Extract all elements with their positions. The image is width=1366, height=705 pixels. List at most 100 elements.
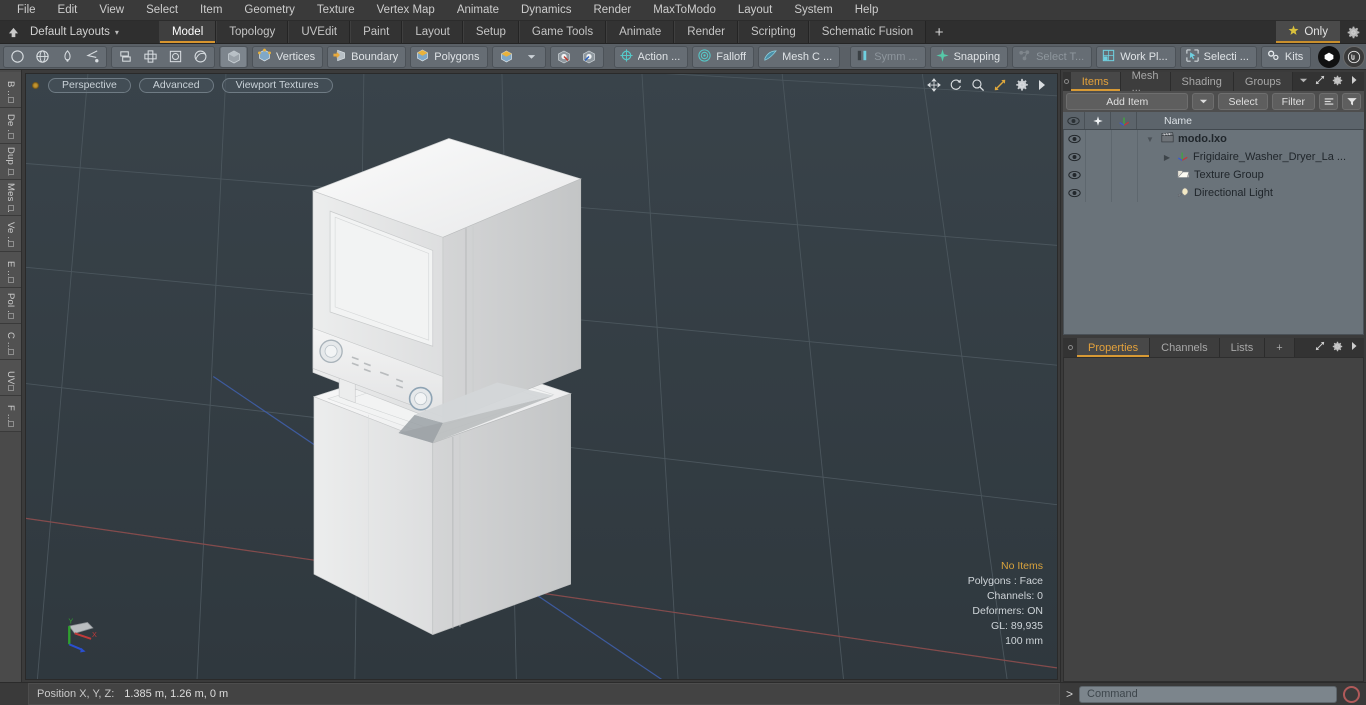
- row-lock-cell[interactable]: [1086, 130, 1112, 148]
- falloff-button[interactable]: Falloff: [692, 45, 755, 68]
- panel-arrow-icon[interactable]: [1350, 341, 1358, 354]
- tab-scripting[interactable]: Scripting: [737, 21, 809, 43]
- sphere-icon[interactable]: [30, 47, 55, 67]
- symmetry-button[interactable]: Symm ...: [850, 45, 926, 68]
- expander-icon[interactable]: ▶: [1161, 153, 1173, 162]
- record-icon[interactable]: [1343, 685, 1360, 703]
- left-tab-deform[interactable]: De ...: [0, 108, 21, 144]
- expand-icon[interactable]: [1315, 75, 1325, 88]
- expand-icon[interactable]: [1315, 341, 1325, 354]
- zoom-icon[interactable]: [971, 78, 985, 92]
- menu-item-vertex-map[interactable]: Vertex Map: [366, 0, 446, 21]
- snapping-button[interactable]: Snapping: [929, 45, 1009, 68]
- left-tab-mesh-edit[interactable]: Mes ...: [0, 180, 21, 216]
- row-eye-icon[interactable]: [1064, 166, 1086, 184]
- viewport-arrow-icon[interactable]: [1037, 79, 1047, 91]
- row-name-cell[interactable]: Directional Light: [1138, 186, 1363, 201]
- viewport-gear-icon[interactable]: [1015, 78, 1029, 92]
- default-layouts-dropdown[interactable]: Default Layouts ▾: [26, 21, 129, 43]
- row-axis-cell[interactable]: [1112, 130, 1138, 148]
- row-name-cell[interactable]: Texture Group: [1138, 168, 1363, 182]
- menu-item-dynamics[interactable]: Dynamics: [510, 0, 582, 21]
- eye-icon[interactable]: [1063, 112, 1085, 129]
- items-list[interactable]: ▼ modo.lxo ▶ Frigidaire_Washer_Dryer_La …: [1063, 130, 1364, 335]
- table-row[interactable]: ▶ Frigidaire_Washer_Dryer_La ...: [1064, 148, 1363, 166]
- gear-icon[interactable]: [1340, 21, 1366, 43]
- work-plane-button[interactable]: Work Pl...: [1096, 45, 1176, 68]
- panel-arrow-icon[interactable]: [1350, 75, 1358, 88]
- row-name-cell[interactable]: ▶ Frigidaire_Washer_Dryer_La ...: [1138, 150, 1363, 165]
- menu-item-help[interactable]: Help: [844, 0, 890, 21]
- cube-dropdown-icon[interactable]: [494, 47, 519, 67]
- tab-game-tools[interactable]: Game Tools: [518, 21, 607, 43]
- smooth-icon[interactable]: [188, 47, 213, 67]
- pen-icon[interactable]: [55, 47, 80, 67]
- snap-cube-b-icon[interactable]: [577, 47, 602, 67]
- table-row[interactable]: Texture Group: [1064, 166, 1363, 184]
- list-options-icon[interactable]: [1319, 93, 1338, 110]
- add-item-dropdown[interactable]: [1192, 93, 1215, 110]
- left-tab-basic[interactable]: B ...: [0, 72, 21, 108]
- fit-icon[interactable]: [993, 78, 1007, 92]
- menu-item-item[interactable]: Item: [189, 0, 233, 21]
- menu-item-select[interactable]: Select: [135, 0, 189, 21]
- add-tab-button[interactable]: +: [926, 21, 952, 43]
- table-row[interactable]: Directional Light: [1064, 184, 1363, 202]
- tab-mesh[interactable]: Mesh ...: [1120, 70, 1171, 94]
- row-eye-icon[interactable]: [1064, 184, 1086, 202]
- row-lock-cell[interactable]: [1086, 184, 1112, 202]
- menu-item-system[interactable]: System: [783, 0, 843, 21]
- viewport-shading-dropdown[interactable]: Advanced: [138, 77, 214, 93]
- command-input[interactable]: Command: [1079, 685, 1337, 703]
- properties-body[interactable]: [1063, 357, 1364, 682]
- add-item-button[interactable]: Add Item: [1066, 93, 1189, 110]
- tab-animate[interactable]: Animate: [606, 21, 675, 43]
- tab-dropdown-icon[interactable]: [1299, 76, 1308, 88]
- mirror-icon[interactable]: [113, 47, 138, 67]
- row-eye-icon[interactable]: [1064, 130, 1086, 148]
- tab-uvedit[interactable]: UVEdit: [288, 21, 351, 43]
- curve-icon[interactable]: [80, 47, 105, 67]
- array-icon[interactable]: [138, 47, 163, 67]
- pan-icon[interactable]: [927, 78, 941, 92]
- action-center-button[interactable]: Action ...: [613, 45, 689, 68]
- tab-paint[interactable]: Paint: [350, 21, 403, 43]
- tab-schematic-fusion[interactable]: Schematic Fusion: [808, 21, 927, 43]
- row-axis-cell[interactable]: [1112, 166, 1138, 184]
- tab-channels[interactable]: Channels: [1150, 338, 1220, 357]
- menu-item-file[interactable]: File: [6, 0, 47, 21]
- selection-set-button[interactable]: Selecti ...: [1179, 45, 1257, 68]
- mesh-constraint-button[interactable]: Mesh C ...: [758, 45, 841, 68]
- left-tab-duplicate[interactable]: Dup ...: [0, 144, 21, 180]
- row-axis-cell[interactable]: [1112, 148, 1138, 166]
- row-eye-icon[interactable]: [1064, 148, 1086, 166]
- select-button[interactable]: Select: [1218, 93, 1268, 110]
- menu-item-texture[interactable]: Texture: [306, 0, 366, 21]
- rotate-icon[interactable]: [949, 78, 963, 92]
- chevron-down-icon[interactable]: [519, 47, 544, 67]
- menu-item-edit[interactable]: Edit: [47, 0, 89, 21]
- kits-button[interactable]: Kits: [1260, 45, 1312, 68]
- tab-render[interactable]: Render: [674, 21, 738, 43]
- selection-mode-vertices[interactable]: Vertices: [252, 45, 324, 68]
- tab-topology[interactable]: Topology: [216, 21, 289, 43]
- properties-add-tab[interactable]: +: [1265, 338, 1295, 357]
- tab-layout[interactable]: Layout: [402, 21, 463, 43]
- filter-funnel-icon[interactable]: [1342, 93, 1361, 110]
- snap-cube-a-icon[interactable]: [552, 47, 577, 67]
- tab-setup[interactable]: Setup: [462, 21, 519, 43]
- row-lock-cell[interactable]: [1086, 148, 1112, 166]
- left-tab-fusion[interactable]: F ...: [0, 396, 21, 432]
- menu-item-animate[interactable]: Animate: [446, 0, 510, 21]
- 3d-viewport[interactable]: -Z Perspective Advanced Viewport Texture…: [25, 73, 1058, 680]
- row-lock-cell[interactable]: [1086, 166, 1112, 184]
- tab-groups[interactable]: Groups: [1233, 72, 1293, 91]
- only-toggle-button[interactable]: Only: [1276, 21, 1340, 43]
- panel-gear-icon[interactable]: [1332, 341, 1343, 355]
- modo-cube-icon[interactable]: [1318, 45, 1341, 68]
- table-row[interactable]: ▼ modo.lxo: [1064, 130, 1363, 148]
- cube-icon[interactable]: [221, 46, 246, 67]
- filter-button[interactable]: Filter: [1271, 93, 1315, 110]
- home-up-arrow-icon[interactable]: [0, 21, 26, 43]
- row-name-cell[interactable]: ▼ modo.lxo: [1138, 132, 1363, 146]
